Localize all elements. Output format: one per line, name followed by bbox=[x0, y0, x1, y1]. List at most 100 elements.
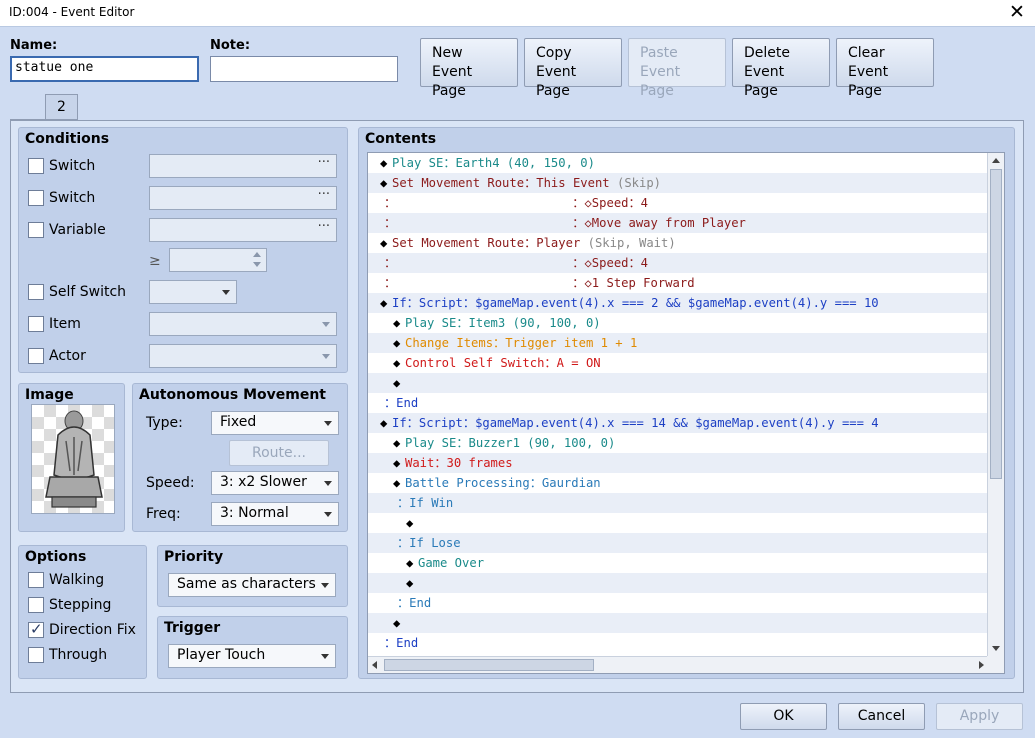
contents-title: Contents bbox=[365, 131, 437, 147]
ellipsis-icon: ··· bbox=[317, 155, 330, 170]
movement-speed-dropdown[interactable]: 3: x2 Slower bbox=[211, 471, 339, 495]
tab-page-2[interactable]: 2 bbox=[45, 94, 78, 120]
cancel-button[interactable]: Cancel bbox=[838, 703, 925, 730]
command-line[interactable]: ： ：◇Speed：4 bbox=[368, 253, 988, 273]
command-line[interactable]: ◆ Play SE：Item3 (90, 100, 0) bbox=[368, 313, 988, 333]
command-line[interactable]: ：End bbox=[368, 633, 988, 653]
command-line[interactable]: ◆ Wait：30 frames bbox=[368, 453, 988, 473]
event-command-list[interactable]: ◆ Play SE：Earth4 (40, 150, 0) ◆ Set Movemen… bbox=[367, 152, 1005, 674]
self-switch-checkbox[interactable] bbox=[28, 284, 44, 300]
command-bullet-icon: ◆ bbox=[380, 236, 388, 250]
switch1-checkbox[interactable] bbox=[28, 158, 44, 174]
new-button-line2: Event Page bbox=[432, 64, 473, 99]
vertical-scrollbar[interactable] bbox=[987, 153, 1004, 656]
item-checkbox[interactable] bbox=[28, 316, 44, 332]
priority-dropdown[interactable]: Same as characters bbox=[168, 573, 336, 597]
command-line[interactable]: ◆ bbox=[368, 513, 988, 533]
priority-value: Same as characters bbox=[177, 576, 316, 592]
self-switch-dropdown[interactable] bbox=[149, 280, 237, 304]
clear-event-page-button[interactable]: Clear Event Page bbox=[836, 38, 934, 99]
event-image-preview[interactable] bbox=[31, 404, 115, 514]
apply-button[interactable]: Apply bbox=[936, 703, 1023, 730]
command-bullet-icon: ◆ bbox=[393, 376, 401, 390]
command-bullet-icon: ◆ bbox=[393, 456, 401, 470]
command-line[interactable]: ：End bbox=[368, 393, 988, 413]
command-line[interactable]: ◆ Control Self Switch：A = ON bbox=[368, 353, 988, 373]
ok-label: OK bbox=[773, 708, 794, 724]
item-label: Item bbox=[49, 316, 81, 332]
walking-checkbox[interactable] bbox=[28, 572, 44, 588]
chevron-down-icon bbox=[324, 421, 332, 426]
variable-selector[interactable]: ··· bbox=[149, 218, 337, 242]
copy-event-page-button[interactable]: Copy Event Page bbox=[524, 38, 622, 99]
switch2-selector[interactable]: ··· bbox=[149, 186, 337, 210]
movement-speed-value: 3: x2 Slower bbox=[220, 474, 307, 490]
command-bullet-icon: ◆ bbox=[393, 476, 401, 490]
command-bullet-icon: ◆ bbox=[380, 156, 388, 170]
command-line[interactable]: ： ：◇1 Step Forward bbox=[368, 273, 988, 293]
stepping-label: Stepping bbox=[49, 597, 112, 613]
delete-event-page-button[interactable]: Delete Event Page bbox=[732, 38, 830, 99]
paste-event-page-button[interactable]: Paste Event Page bbox=[628, 38, 726, 99]
command-bullet-icon: ◆ bbox=[406, 576, 414, 590]
scroll-up-icon[interactable] bbox=[992, 158, 1000, 163]
command-line[interactable]: ◆ Set Movement Route：This Event (Skip) bbox=[368, 173, 988, 193]
command-line[interactable]: ：If Win bbox=[368, 493, 988, 513]
command-line[interactable]: ◆ Play SE：Earth4 (40, 150, 0) bbox=[368, 153, 988, 173]
horizontal-scroll-thumb[interactable] bbox=[384, 659, 594, 671]
command-bullet-icon: ◆ bbox=[393, 436, 401, 450]
command-line[interactable]: ◆ If：Script：$gameMap.event(4).x === 2 && … bbox=[368, 293, 988, 313]
trigger-dropdown[interactable]: Player Touch bbox=[168, 644, 336, 668]
switch2-checkbox[interactable] bbox=[28, 190, 44, 206]
command-line[interactable]: ： ：◇Speed：4 bbox=[368, 193, 988, 213]
command-line[interactable]: ◆ If：Script：$gameMap.event(4).x === 14 &&… bbox=[368, 413, 988, 433]
vertical-scroll-thumb[interactable] bbox=[990, 169, 1002, 479]
route-button[interactable]: Route... bbox=[229, 440, 329, 466]
command-line[interactable]: ◆ Battle Processing：Gaurdian bbox=[368, 473, 988, 493]
apply-label: Apply bbox=[959, 708, 1000, 724]
command-text: If：Script：$gameMap.event(4).x === 14 && … bbox=[392, 416, 879, 430]
movement-type-dropdown[interactable]: Fixed bbox=[211, 411, 339, 435]
scroll-right-icon[interactable] bbox=[979, 661, 984, 669]
scroll-left-icon[interactable] bbox=[372, 661, 377, 669]
through-checkbox[interactable] bbox=[28, 647, 44, 663]
command-line[interactable]: ：If Lose bbox=[368, 533, 988, 553]
command-text: ： ：◇Speed：4 bbox=[384, 256, 649, 270]
command-line[interactable]: ◆ Change Items：Trigger item 1 + 1 bbox=[368, 333, 988, 353]
name-field[interactable]: statue one bbox=[10, 56, 199, 82]
actor-dropdown[interactable] bbox=[149, 344, 337, 368]
trigger-value: Player Touch bbox=[177, 647, 266, 663]
horizontal-scrollbar[interactable] bbox=[368, 656, 989, 673]
command-line[interactable]: ：End bbox=[368, 593, 988, 613]
variable-checkbox[interactable] bbox=[28, 222, 44, 238]
command-line[interactable]: ◆ Set Movement Route：Player (Skip, Wait) bbox=[368, 233, 988, 253]
command-bullet-icon: ◆ bbox=[380, 416, 388, 430]
switch1-selector[interactable]: ··· bbox=[149, 154, 337, 178]
command-line[interactable]: ◆ Play SE：Buzzer1 (90, 100, 0) bbox=[368, 433, 988, 453]
close-icon[interactable]: ✕ bbox=[1007, 1, 1027, 23]
item-dropdown[interactable] bbox=[149, 312, 337, 336]
note-field[interactable] bbox=[210, 56, 398, 82]
command-line[interactable]: ◆ Game Over bbox=[368, 553, 988, 573]
command-line[interactable]: ： ：◇Move away from Player bbox=[368, 213, 988, 233]
ok-button[interactable]: OK bbox=[740, 703, 827, 730]
checkmark-icon: ✓ bbox=[30, 620, 43, 638]
variable-value-spinner[interactable] bbox=[169, 248, 267, 272]
direction-fix-checkbox[interactable]: ✓ bbox=[28, 620, 44, 638]
command-line[interactable]: ◆ bbox=[368, 373, 988, 393]
command-line[interactable]: ◆ bbox=[368, 573, 988, 593]
spin-up-icon[interactable] bbox=[253, 252, 261, 257]
chevron-down-icon bbox=[321, 583, 329, 588]
new-event-page-button[interactable]: New Event Page bbox=[420, 38, 518, 99]
chevron-down-icon bbox=[222, 290, 230, 295]
chevron-down-icon bbox=[321, 654, 329, 659]
type-label: Type: bbox=[146, 415, 183, 431]
actor-checkbox[interactable] bbox=[28, 348, 44, 364]
stepping-checkbox[interactable] bbox=[28, 597, 44, 613]
command-line[interactable]: ◆ bbox=[368, 613, 988, 633]
scroll-down-icon[interactable] bbox=[992, 646, 1000, 651]
command-text: ：End bbox=[397, 596, 432, 610]
movement-freq-dropdown[interactable]: 3: Normal bbox=[211, 502, 339, 526]
spin-down-icon[interactable] bbox=[253, 262, 261, 267]
variable-label: Variable bbox=[49, 222, 106, 238]
